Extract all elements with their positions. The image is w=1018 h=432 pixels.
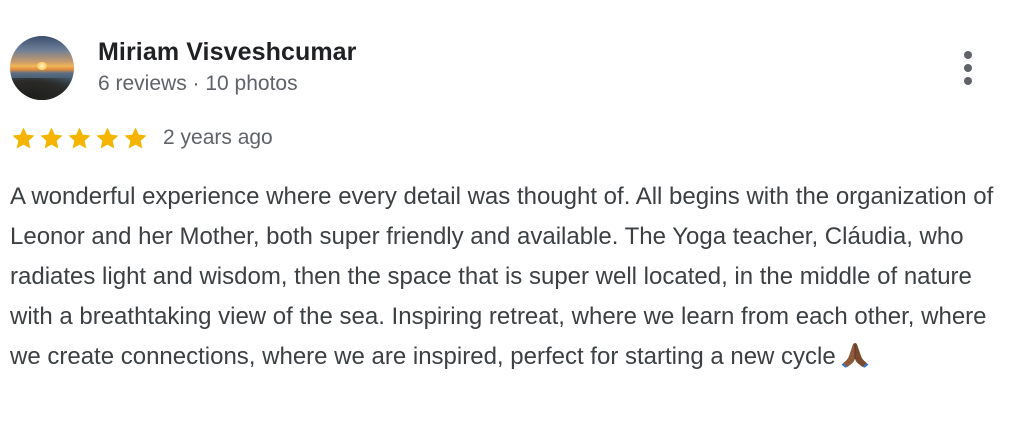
review-text: A wonderful experience where every detai… (10, 177, 1010, 381)
reviewer-meta: 6 reviews · 10 photos (98, 72, 298, 95)
folded-hands-icon (840, 340, 870, 381)
star-icon (124, 126, 147, 149)
more-vert-icon (964, 51, 972, 59)
rating-row: 2 years ago (10, 122, 273, 154)
star-icon (40, 126, 63, 149)
more-options-button[interactable] (954, 48, 982, 88)
review-card: Miriam Visveshcumar 6 reviews · 10 photo… (0, 0, 1018, 432)
review-time: 2 years ago (163, 126, 273, 149)
star-icon (96, 126, 119, 149)
more-vert-icon-dot (964, 77, 972, 85)
avatar-rocks (10, 78, 74, 100)
avatar-sun (37, 62, 47, 70)
reviewer-name[interactable]: Miriam Visveshcumar (98, 38, 357, 67)
avatar[interactable] (10, 36, 74, 100)
more-vert-icon-dot (964, 64, 972, 72)
star-icon (12, 126, 35, 149)
star-icon (68, 126, 91, 149)
star-rating (10, 125, 150, 152)
